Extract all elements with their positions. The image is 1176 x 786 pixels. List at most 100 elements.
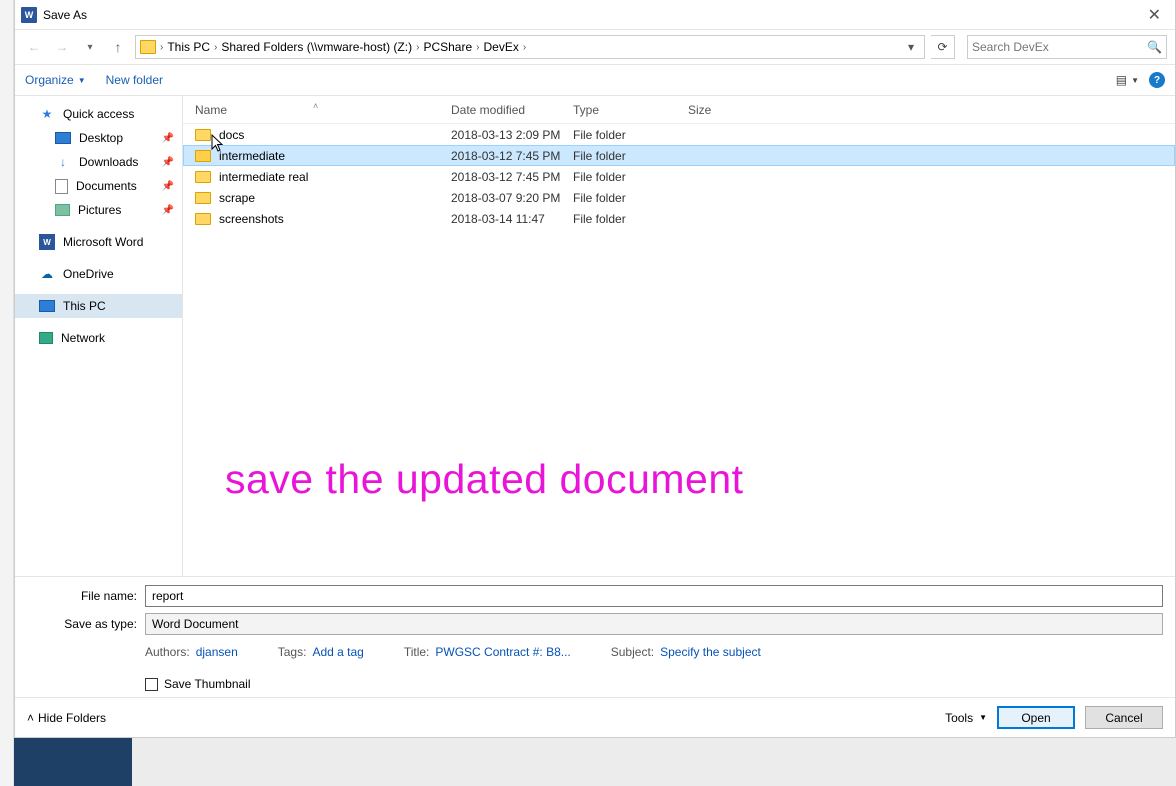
- new-folder-button[interactable]: New folder: [106, 73, 163, 87]
- network-icon: [39, 332, 53, 344]
- pin-icon: 📌: [162, 133, 174, 144]
- sidebar-quick-access[interactable]: ★ Quick access: [15, 102, 182, 126]
- sidebar-documents[interactable]: Documents 📌: [15, 174, 182, 198]
- folder-icon: [195, 192, 211, 204]
- file-date: 2018-03-12 7:45 PM: [451, 149, 573, 163]
- sort-indicator-icon: ˄: [313, 101, 318, 111]
- sidebar-this-pc[interactable]: This PC: [15, 294, 182, 318]
- save-thumbnail-label[interactable]: Save Thumbnail: [164, 677, 251, 691]
- sidebar: ★ Quick access Desktop 📌 ↓ Downloads 📌 D…: [15, 96, 183, 576]
- savetype-combobox[interactable]: Word Document: [145, 613, 1163, 635]
- title-bar: W Save As ✕: [15, 0, 1175, 30]
- folder-icon: [195, 150, 211, 162]
- file-row[interactable]: intermediate real2018-03-12 7:45 PMFile …: [183, 166, 1175, 187]
- folder-icon: [140, 40, 156, 54]
- file-name: scrape: [219, 191, 451, 205]
- file-name: screenshots: [219, 212, 451, 226]
- folder-icon: [195, 129, 211, 141]
- file-name: docs: [219, 128, 451, 142]
- file-list-pane: Name ˄ Date modified Type Size docs2018-…: [183, 96, 1175, 576]
- desktop-icon: [55, 132, 71, 144]
- authors-value[interactable]: djansen: [196, 645, 238, 659]
- background-app: [14, 738, 1176, 786]
- file-row[interactable]: scrape2018-03-07 9:20 PMFile folder: [183, 187, 1175, 208]
- up-button[interactable]: ↑: [107, 36, 129, 58]
- chevron-down-icon: ▼: [979, 713, 987, 722]
- authors-label: Authors:: [145, 645, 190, 659]
- file-name: intermediate: [219, 149, 451, 163]
- folder-icon: [195, 213, 211, 225]
- annotation-text: save the updated document: [225, 456, 744, 503]
- view-icon: ▤: [1116, 73, 1127, 87]
- breadcrumb-devex[interactable]: DevEx›: [483, 40, 526, 54]
- word-app-icon: W: [21, 7, 37, 23]
- file-name: intermediate real: [219, 170, 451, 184]
- save-as-dialog: W Save As ✕ ← → ▾ ↑ › This PC› Shared Fo…: [14, 0, 1176, 738]
- subject-label: Subject:: [611, 645, 654, 659]
- file-row[interactable]: intermediate2018-03-12 7:45 PMFile folde…: [183, 145, 1175, 166]
- column-headers: Name ˄ Date modified Type Size: [183, 96, 1175, 124]
- sidebar-desktop[interactable]: Desktop 📌: [15, 126, 182, 150]
- breadcrumb-thispc[interactable]: This PC›: [167, 40, 217, 54]
- column-size[interactable]: Size: [688, 103, 768, 117]
- cancel-button[interactable]: Cancel: [1085, 706, 1163, 729]
- column-date[interactable]: Date modified: [451, 103, 573, 117]
- window-title: Save As: [43, 8, 87, 22]
- organize-menu[interactable]: Organize ▼: [25, 73, 86, 87]
- savetype-label: Save as type:: [27, 617, 145, 631]
- address-dropdown[interactable]: ▾: [902, 40, 920, 54]
- word-icon: W: [39, 234, 55, 250]
- tags-value[interactable]: Add a tag: [312, 645, 363, 659]
- file-row[interactable]: screenshots2018-03-14 11:47File folder: [183, 208, 1175, 229]
- column-type[interactable]: Type: [573, 103, 688, 117]
- download-icon: ↓: [55, 154, 71, 170]
- breadcrumb-pcshare[interactable]: PCShare›: [423, 40, 479, 54]
- file-rows: docs2018-03-13 2:09 PMFile folderinterme…: [183, 124, 1175, 229]
- file-date: 2018-03-13 2:09 PM: [451, 128, 573, 142]
- nav-row: ← → ▾ ↑ › This PC› Shared Folders (\\vmw…: [15, 30, 1175, 64]
- pin-icon: 📌: [162, 157, 174, 168]
- search-icon: 🔍: [1147, 40, 1162, 54]
- hide-folders-button[interactable]: ˄ Hide Folders: [27, 711, 106, 725]
- sidebar-downloads[interactable]: ↓ Downloads 📌: [15, 150, 182, 174]
- help-button[interactable]: ?: [1149, 72, 1165, 88]
- address-bar[interactable]: › This PC› Shared Folders (\\vmware-host…: [135, 35, 925, 59]
- sidebar-word[interactable]: W Microsoft Word: [15, 230, 182, 254]
- breadcrumb-shared[interactable]: Shared Folders (\\vmware-host) (Z:)›: [221, 40, 419, 54]
- file-type: File folder: [573, 149, 688, 163]
- file-date: 2018-03-07 9:20 PM: [451, 191, 573, 205]
- file-type: File folder: [573, 212, 688, 226]
- title-value[interactable]: PWGSC Contract #: B8...: [435, 645, 570, 659]
- file-type: File folder: [573, 170, 688, 184]
- tags-label: Tags:: [278, 645, 307, 659]
- sidebar-network[interactable]: Network: [15, 326, 182, 350]
- chevron-up-icon: ˄: [27, 711, 34, 725]
- pin-icon: 📌: [162, 181, 174, 192]
- view-options-button[interactable]: ▤ ▼: [1116, 73, 1139, 87]
- close-button[interactable]: ✕: [1140, 5, 1169, 25]
- file-row[interactable]: docs2018-03-13 2:09 PMFile folder: [183, 124, 1175, 145]
- tools-menu[interactable]: Tools ▼: [945, 711, 987, 725]
- subject-value[interactable]: Specify the subject: [660, 645, 761, 659]
- sidebar-pictures[interactable]: Pictures 📌: [15, 198, 182, 222]
- background-app-nav: [14, 738, 132, 786]
- recent-locations-button[interactable]: ▾: [79, 36, 101, 58]
- forward-button[interactable]: →: [51, 36, 73, 58]
- filename-input[interactable]: [145, 585, 1163, 607]
- star-icon: ★: [39, 106, 55, 122]
- save-form: File name: Save as type: Word Document A…: [15, 576, 1175, 697]
- folder-icon: [195, 171, 211, 183]
- toolbar: Organize ▼ New folder ▤ ▼ ?: [15, 64, 1175, 96]
- open-button[interactable]: Open: [997, 706, 1075, 729]
- save-thumbnail-checkbox[interactable]: [145, 678, 158, 691]
- refresh-button[interactable]: ⟳: [931, 35, 955, 59]
- search-input[interactable]: Search DevEx 🔍: [967, 35, 1167, 59]
- dialog-footer: ˄ Hide Folders Tools ▼ Open Cancel: [15, 697, 1175, 737]
- title-label: Title:: [404, 645, 430, 659]
- file-date: 2018-03-12 7:45 PM: [451, 170, 573, 184]
- pc-icon: [39, 300, 55, 312]
- file-type: File folder: [573, 191, 688, 205]
- column-name[interactable]: Name ˄: [195, 103, 451, 117]
- sidebar-onedrive[interactable]: ☁ OneDrive: [15, 262, 182, 286]
- back-button[interactable]: ←: [23, 36, 45, 58]
